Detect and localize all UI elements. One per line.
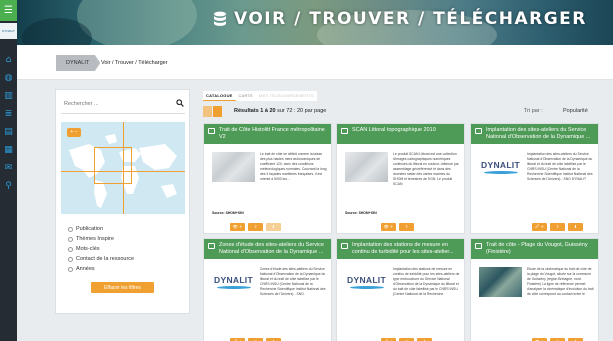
layers-icon — [475, 243, 482, 249]
download-button[interactable]: ⬇ — [266, 223, 281, 231]
results-panel: CATALOGUE CARTE MES TÉLÉCHARGEMENTS Résu… — [197, 89, 613, 341]
sidebar: ☰ DYNALIT ⌂ ◍ ▥ ≣ ▤ ▦ ✉ ⚲ — [0, 0, 17, 341]
card-description: Implantation des sites-ateliers du Servi… — [527, 152, 593, 181]
book-icon[interactable]: ▤ — [0, 123, 17, 141]
breadcrumb-current: Voir / Trouver / Télécharger — [101, 60, 168, 66]
dynalit-logo[interactable]: DYNALIT — [0, 23, 17, 39]
card-thumbnail[interactable]: DYNALIT — [212, 267, 255, 297]
layers-icon — [475, 128, 482, 134]
result-card[interactable]: Implantation des sites-ateliers du Servi… — [470, 123, 599, 234]
sort-select[interactable]: Popularité — [563, 108, 588, 114]
search-input[interactable] — [61, 94, 185, 114]
view-tabs: CATALOGUE CARTE MES TÉLÉCHARGEMENTS — [203, 91, 317, 101]
page: ☰ DYNALIT ⌂ ◍ ▥ ≣ ▤ ▦ ✉ ⚲ VOIR / TROUVER… — [0, 0, 613, 341]
card-title[interactable]: Implantation des sites-ateliers du Servi… — [486, 127, 590, 140]
search-map[interactable]: + − — [61, 122, 185, 214]
card-thumbnail[interactable]: DYNALIT — [345, 267, 388, 297]
pager-prev-button[interactable] — [203, 106, 212, 117]
sort-label: Tri par : — [524, 108, 543, 114]
facet-item[interactable]: Contact de la ressource — [68, 254, 134, 264]
facet-item[interactable]: Thèmes Inspire — [68, 234, 134, 244]
card-thumbnail[interactable]: DYNALIT — [479, 152, 522, 182]
zoom-control[interactable]: + − — [67, 128, 81, 137]
card-title[interactable]: Trait de côte - Plage du Vougot, Guissén… — [486, 242, 588, 255]
card-thumbnail[interactable] — [345, 152, 388, 182]
page-title-text: VOIR / TROUVER / TÉLÉCHARGER — [234, 9, 587, 29]
card-description: Le trait de côte se définit comme la lai… — [260, 152, 327, 181]
result-card[interactable]: Trait de Côte Histolitt France métropoli… — [203, 123, 332, 234]
card-title[interactable]: Trait de Côte Histolitt France métropoli… — [219, 127, 325, 140]
result-card[interactable]: Trait de côte - Plage du Vougot, Guissén… — [470, 238, 599, 341]
tab-carte[interactable]: CARTE — [236, 91, 256, 101]
card-title[interactable]: Zones d'étude des sites-ateliers du Serv… — [219, 242, 324, 255]
database-icon — [214, 11, 226, 26]
result-card[interactable]: SCAN Littoral topographique 2010 Le prod… — [336, 123, 465, 234]
edit-button[interactable]: 🖉 + — [532, 223, 547, 231]
database-icon[interactable]: ≣ — [0, 105, 17, 123]
download-button[interactable]: ⬇ — [568, 223, 583, 231]
page-title: VOIR / TROUVER / TÉLÉCHARGER — [213, 9, 587, 29]
plus-icon — [68, 236, 73, 242]
card-title[interactable]: SCAN Littoral topographique 2010 — [352, 127, 436, 133]
result-card[interactable]: Implantation des stations de mesure en c… — [336, 238, 465, 341]
search-icon[interactable] — [176, 99, 184, 107]
facet-item[interactable]: Années — [68, 264, 134, 274]
plus-icon — [68, 246, 73, 252]
filter-panel: + − Publication Thèmes Inspire Mots-clés… — [55, 89, 190, 314]
breadcrumb: DYNALIT Voir / Trouver / Télécharger — [17, 45, 613, 80]
facet-item[interactable]: Mots-clés — [68, 244, 134, 254]
card-title[interactable]: Implantation des stations de mesure en c… — [352, 242, 454, 255]
card-source: Source: SHOM+IGN — [212, 211, 244, 215]
clear-filters-button[interactable]: Effacer les filtres — [91, 282, 154, 293]
selection-box[interactable] — [94, 147, 132, 184]
share-button[interactable]: ⇧ — [399, 223, 414, 231]
pager-next-button[interactable] — [213, 106, 222, 117]
plus-icon — [68, 266, 73, 272]
layers-icon — [208, 243, 215, 249]
tab-downloads[interactable]: MES TÉLÉCHARGEMENTS — [256, 91, 317, 101]
card-description: Implantation des stations de mesure en c… — [393, 267, 460, 296]
dynalit-logo: DYNALIT — [214, 275, 253, 285]
layers-icon — [208, 128, 215, 134]
globe-icon[interactable]: ◍ — [0, 69, 17, 87]
share-button[interactable]: ⇧ — [550, 223, 565, 231]
plus-icon — [68, 226, 73, 232]
map-icon[interactable]: ▦ — [0, 141, 17, 159]
page-banner: VOIR / TROUVER / TÉLÉCHARGER — [17, 0, 613, 45]
envelope-icon[interactable]: ✉ — [0, 159, 17, 177]
dynalit-logo: DYNALIT — [481, 160, 520, 170]
tab-catalogue[interactable]: CATALOGUE — [203, 91, 236, 101]
card-thumbnail[interactable] — [479, 267, 522, 297]
chart-icon[interactable]: ▥ — [0, 87, 17, 105]
facet-item[interactable]: Publication — [68, 224, 134, 234]
hamburger-icon[interactable]: ☰ — [0, 0, 17, 21]
card-description: Étude de la cinématique du trait de côte… — [527, 267, 594, 296]
card-thumbnail[interactable] — [212, 152, 255, 182]
layers-icon — [341, 128, 348, 134]
breadcrumb-home[interactable]: DYNALIT — [56, 55, 101, 71]
search-icon[interactable]: ⚲ — [0, 177, 17, 195]
plus-icon — [68, 256, 73, 262]
layers-icon — [341, 243, 348, 249]
card-description: Zones d'étude des sites-ateliers du Serv… — [260, 267, 326, 296]
card-description: Le produit SCAN Littoral est une collect… — [393, 152, 459, 186]
share-button[interactable]: ⇧ — [248, 223, 263, 231]
view-button[interactable]: 👁 + — [381, 223, 396, 231]
home-icon[interactable]: ⌂ — [0, 51, 17, 69]
card-source: Source: SHOM+IGN — [345, 211, 377, 215]
results-count: Résultats 1 à 20 sur 72 : 20 par page — [234, 108, 327, 114]
facet-list: Publication Thèmes Inspire Mots-clés Con… — [68, 224, 134, 274]
result-card[interactable]: Zones d'étude des sites-ateliers du Serv… — [203, 238, 332, 341]
view-button[interactable]: 👁 + — [230, 223, 245, 231]
dynalit-logo: DYNALIT — [347, 275, 386, 285]
